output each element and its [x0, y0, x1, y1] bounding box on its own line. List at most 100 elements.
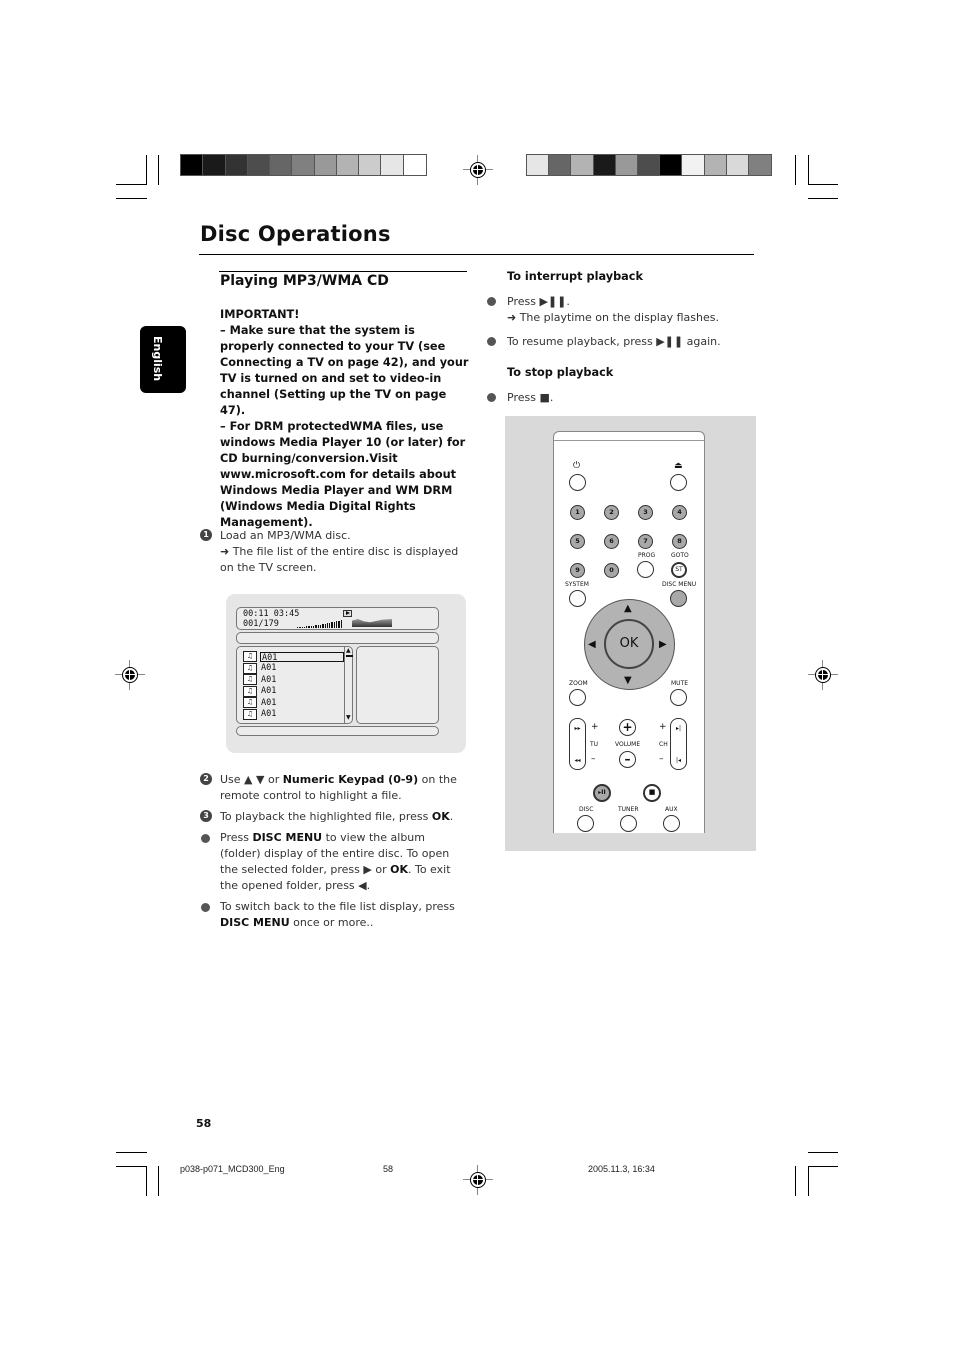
- number-button-7[interactable]: 7: [638, 534, 653, 549]
- ch-minus: –: [659, 754, 664, 764]
- system-button[interactable]: [569, 590, 586, 607]
- crop-mark: [808, 1152, 838, 1153]
- meter-bar: [336, 621, 338, 628]
- section-divider: [219, 271, 467, 272]
- stop-heading: To stop playback: [507, 366, 614, 379]
- crop-mark: [158, 1166, 159, 1196]
- color-swatch: [637, 155, 661, 175]
- color-swatch: [359, 155, 382, 175]
- mute-button[interactable]: [670, 689, 687, 706]
- step-number-badge: 3: [200, 810, 212, 822]
- disc-menu-button[interactable]: [670, 590, 687, 607]
- color-swatch: [381, 155, 404, 175]
- number-button-6[interactable]: 6: [604, 534, 619, 549]
- volume-down-button[interactable]: –: [619, 751, 636, 768]
- music-file-icon: ♫: [243, 651, 257, 663]
- previous-track-icon[interactable]: |◂: [671, 757, 686, 764]
- up-arrow-icon[interactable]: ▲: [624, 604, 632, 614]
- meter-bar: [308, 626, 310, 628]
- crop-mark: [116, 198, 147, 199]
- aux-button[interactable]: [663, 815, 680, 832]
- disc-button[interactable]: [577, 815, 594, 832]
- power-button[interactable]: [569, 474, 586, 491]
- scroll-down-icon[interactable]: ▼: [346, 715, 351, 721]
- play-pause-button[interactable]: ▸II: [593, 784, 611, 802]
- track-counter: 001/179: [243, 619, 279, 629]
- number-button-8[interactable]: 8: [672, 534, 687, 549]
- color-swatch: [247, 155, 271, 175]
- tv-screen-illustration: 00:11 03:45 001/179 ♫ A01 ♫ A01 ♫ A01 ♫ A01 ♫ A01…: [226, 594, 466, 753]
- color-swatch: [403, 155, 426, 175]
- crop-mark: [146, 155, 147, 185]
- bullet-text: To switch back to the file list display,…: [220, 900, 455, 913]
- tuner-button[interactable]: [620, 815, 637, 832]
- color-swatch: [225, 155, 248, 175]
- crop-mark: [795, 155, 796, 185]
- power-icon: ⏻: [573, 461, 581, 471]
- tu-plus: +: [591, 722, 599, 732]
- number-button-1[interactable]: 1: [570, 505, 585, 520]
- file-list-row[interactable]: ♫ A01: [243, 685, 344, 698]
- color-swatch: [682, 155, 705, 175]
- next-track-icon[interactable]: ▸|: [671, 725, 686, 732]
- stop-icon: ■: [648, 788, 656, 796]
- color-swatch: [593, 155, 616, 175]
- file-list-row[interactable]: ♫ A01: [243, 697, 344, 709]
- number-button-0[interactable]: 0: [604, 563, 619, 578]
- interrupt-heading: To interrupt playback: [507, 270, 643, 283]
- right-arrow-icon[interactable]: ▶: [659, 640, 667, 650]
- eject-icon: ⏏: [674, 461, 683, 471]
- tuner-skip-rocker[interactable]: ▸▸ ◂◂: [569, 718, 586, 770]
- number-button-9[interactable]: 9: [570, 563, 585, 578]
- registration-mark-icon: [808, 660, 838, 690]
- prog-button[interactable]: [637, 561, 654, 578]
- file-list-row[interactable]: ♫ A01: [243, 662, 344, 675]
- channel-skip-rocker[interactable]: ▸| |◂: [670, 718, 687, 770]
- meter-bar: [303, 627, 306, 628]
- step-3-emphasis: OK: [431, 810, 450, 823]
- stop-button[interactable]: ■: [643, 784, 661, 802]
- rewind-icon[interactable]: ◂◂: [570, 757, 585, 764]
- elapsed-time: 00:11: [243, 609, 269, 619]
- down-arrow-icon[interactable]: ▼: [624, 676, 632, 686]
- step-2: Use ▲ ▼ or Numeric Keypad (0-9) on the r…: [220, 772, 468, 804]
- number-button-2[interactable]: 2: [604, 505, 619, 520]
- interrupt-result-text: ➜ The playtime on the display flashes.: [507, 311, 719, 324]
- scrollbar[interactable]: ▲ ▼: [344, 647, 353, 723]
- eject-button[interactable]: [670, 474, 687, 491]
- fast-forward-icon[interactable]: ▸▸: [570, 725, 585, 732]
- meter-bar: [333, 622, 336, 628]
- number-button-4[interactable]: 4: [672, 505, 687, 520]
- crop-mark: [795, 1166, 796, 1196]
- number-button-5[interactable]: 5: [570, 534, 585, 549]
- file-list-row[interactable]: ♫ A01: [243, 708, 344, 721]
- file-name: A01: [261, 663, 277, 674]
- scroll-thumb[interactable]: [346, 655, 353, 657]
- bullet-icon: [487, 297, 496, 306]
- volume-up-button[interactable]: +: [619, 719, 636, 736]
- step-1-result: ➜ The file list of the entire disc is di…: [220, 545, 459, 574]
- crop-mark: [808, 1166, 838, 1167]
- scroll-up-icon[interactable]: ▲: [346, 648, 351, 654]
- color-swatch: [549, 155, 572, 175]
- step-2-text: Use ▲ ▼ or: [220, 773, 283, 786]
- crop-mark: [158, 155, 159, 185]
- number-button-3[interactable]: 3: [638, 505, 653, 520]
- meter-bar: [340, 620, 342, 628]
- left-arrow-icon[interactable]: ◀: [588, 640, 596, 650]
- step-number-badge: 2: [200, 773, 212, 785]
- bullet-emphasis: OK: [390, 863, 408, 876]
- tuner-label: TUNER: [618, 806, 639, 813]
- meter-bar: [317, 625, 319, 628]
- bullet-disc-menu: Press DISC MENU to view the album (folde…: [220, 830, 468, 894]
- ok-button[interactable]: OK: [604, 619, 654, 669]
- interrupt-step: Press ▶❚❚. ➜ The playtime on the display…: [507, 294, 757, 326]
- music-file-icon: ♫: [243, 697, 257, 709]
- interrupt-press-text: Press ▶❚❚.: [507, 295, 570, 308]
- zoom-button[interactable]: [569, 689, 586, 706]
- file-list-row[interactable]: ♫ A01: [243, 674, 344, 686]
- crop-mark: [116, 184, 147, 185]
- ch-plus: +: [659, 722, 667, 732]
- st-button[interactable]: ST: [671, 562, 687, 578]
- file-list-row[interactable]: ♫ A01: [243, 651, 344, 663]
